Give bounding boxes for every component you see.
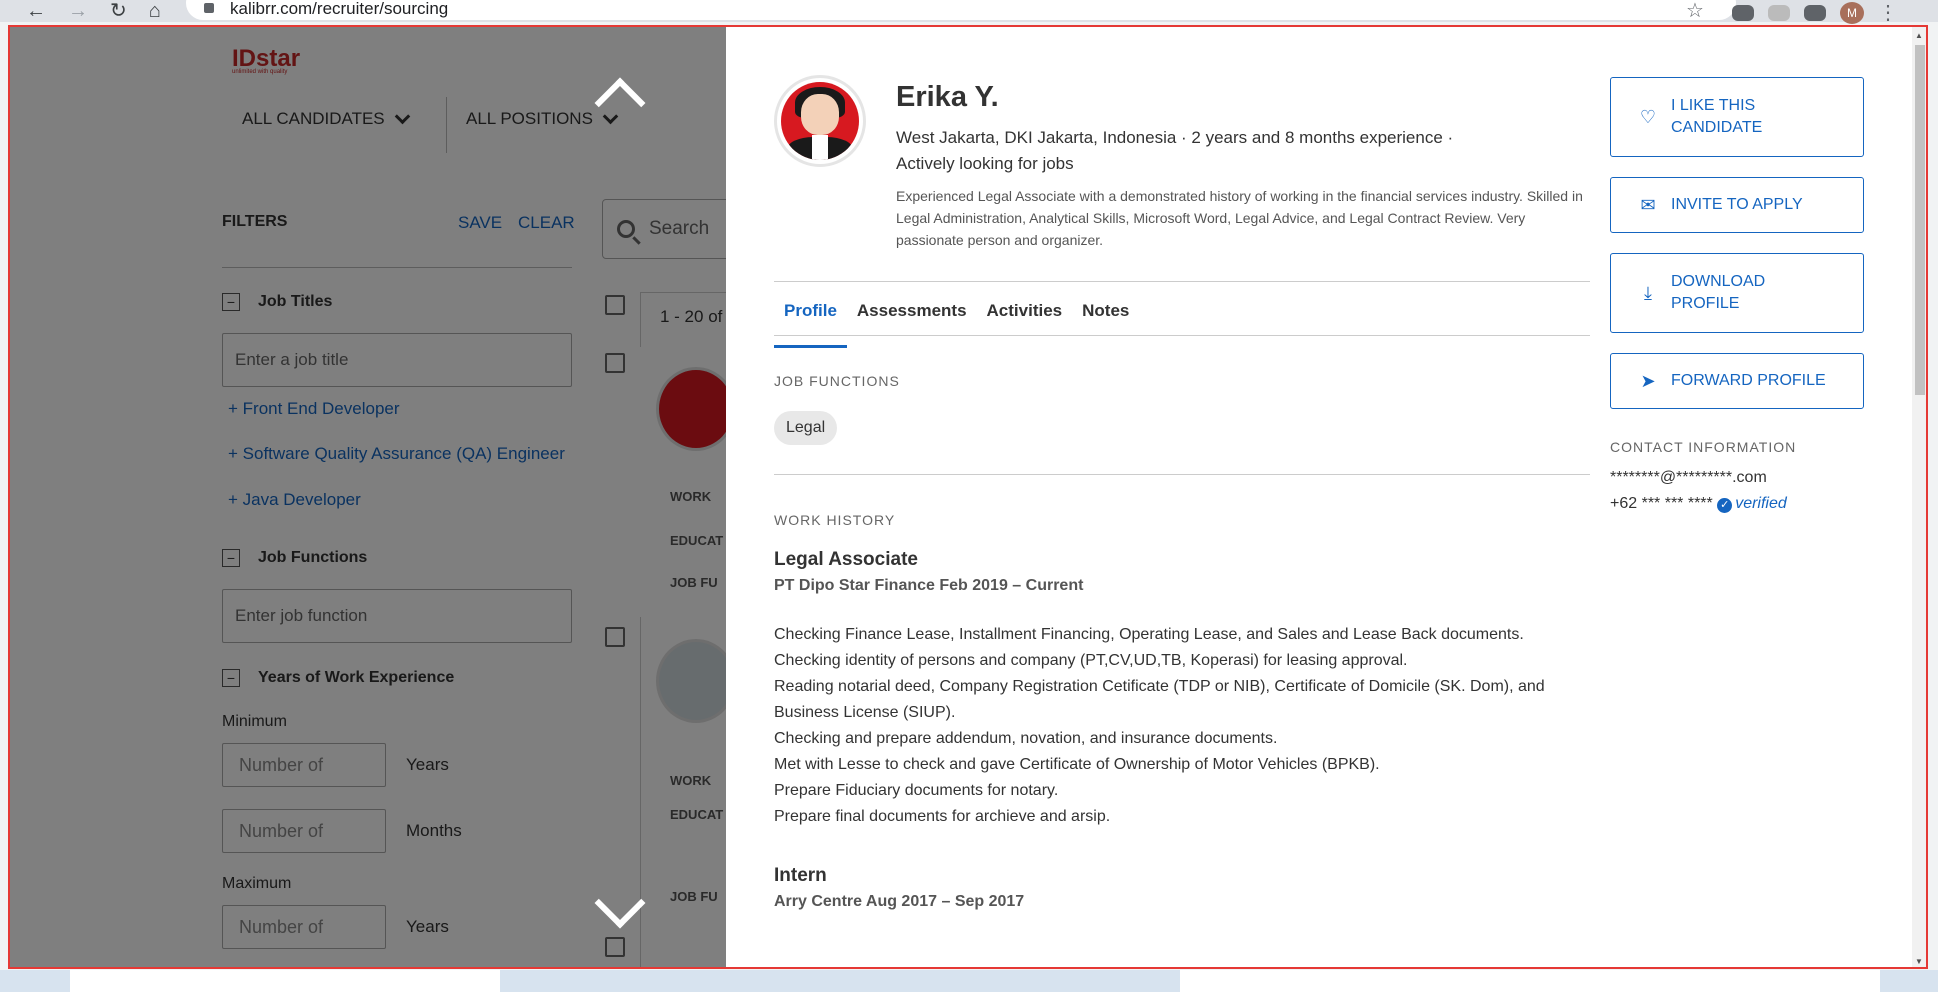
verified-text: verified [1735,495,1787,512]
modal-backdrop[interactable] [10,27,726,967]
work-history-heading: WORK HISTORY [774,512,896,528]
job-description: Checking Finance Lease, Installment Fina… [774,622,1604,830]
description-line: Checking and prepare addendum, novation,… [774,730,1278,747]
job-title: Legal Associate [774,549,918,570]
tab-activities[interactable]: Activities [977,295,1073,348]
app-frame: IDstar unlimited with quality ALL CANDID… [8,25,1928,969]
description-line: Prepare final documents for archieve and… [774,808,1111,825]
description-line: Prepare Fiduciary documents for notary. [774,782,1059,799]
button-label: INVITE TO APPLY [1671,196,1803,213]
tab-profile[interactable]: Profile [774,295,847,348]
candidate-location: West Jakarta, DKI Jakarta, Indonesia · 2… [896,128,1454,173]
job-company-dates: Arry Centre Aug 2017 – Sep 2017 [774,893,1025,910]
taskbar-item[interactable] [1180,970,1880,992]
browser-nav: ← → ↻ ⌂ [26,1,161,21]
tab-assessments[interactable]: Assessments [847,295,977,348]
contact-phone: +62 *** *** **** [1610,495,1713,512]
verified-badge: ✓ verified [1717,495,1787,513]
button-label: FORWARD PROFILE [1671,372,1826,389]
profile-tabs: Profile Assessments Activities Notes [774,295,1139,348]
download-profile-button[interactable]: ⤓ DOWNLOAD PROFILE [1610,253,1864,333]
puzzle-icon[interactable] [1804,4,1826,21]
forward-icon[interactable]: → [68,1,88,21]
button-label: DOWNLOAD PROFILE [1671,273,1766,312]
mail-icon: ✉ [1640,195,1656,215]
scroll-up-icon[interactable]: ▲ [1915,31,1923,40]
like-candidate-button[interactable]: ♡ I LIKE THIS CANDIDATE [1610,77,1864,157]
divider [774,335,1590,336]
browser-toolbar: ← → ↻ ⌂ kalibrr.com/recruiter/sourcing ☆… [0,0,1938,25]
invite-to-apply-button[interactable]: ✉ INVITE TO APPLY [1610,177,1864,233]
description-line: Met with Lesse to check and gave Certifi… [774,756,1380,773]
job-functions-heading: JOB FUNCTIONS [774,373,900,389]
scroll-down-icon[interactable]: ▼ [1915,957,1923,966]
taskbar-item[interactable] [70,970,500,992]
divider [774,281,1590,282]
contact-phone-row: +62 *** *** **** ✓ verified [1610,495,1787,513]
reload-icon[interactable]: ↻ [110,1,127,21]
extension-icon[interactable] [1732,4,1754,21]
job-company-dates: PT Dipo Star Finance Feb 2019 – Current [774,577,1084,594]
tab-notes[interactable]: Notes [1072,295,1139,348]
candidate-name: Erika Y. [896,81,999,113]
description-line: Checking Finance Lease, Installment Fina… [774,626,1524,643]
contact-email: ********@*********.com [1610,469,1767,486]
job-title: Intern [774,865,827,886]
candidate-photo [774,75,866,167]
profile-avatar[interactable]: M [1840,1,1864,24]
bookmark-star-icon[interactable]: ☆ [1686,0,1704,23]
url-text: kalibrr.com/recruiter/sourcing [230,0,449,18]
candidate-summary: Experienced Legal Associate with a demon… [896,188,1583,248]
button-label: I LIKE THIS CANDIDATE [1671,97,1763,136]
description-line: Checking identity of persons and company… [774,652,1408,669]
send-icon: ➤ [1640,371,1656,391]
description-line: Reading notarial deed, Company Registrat… [774,678,1545,721]
divider [774,474,1590,475]
extensions-area: M ⋮ [1732,0,1898,25]
home-icon[interactable]: ⌂ [149,1,161,21]
menu-dots-icon[interactable]: ⋮ [1878,0,1898,25]
back-icon[interactable]: ← [26,1,46,21]
forward-profile-button[interactable]: ➤ FORWARD PROFILE [1610,353,1864,409]
scrollbar-thumb[interactable] [1915,45,1925,395]
lock-icon [204,3,214,13]
download-icon: ⤓ [1644,283,1652,303]
check-icon: ✓ [1717,498,1733,513]
extension-icon[interactable] [1768,4,1790,21]
contact-heading: CONTACT INFORMATION [1610,439,1797,455]
heart-icon: ♡ [1639,107,1657,127]
candidate-profile-panel: Erika Y. West Jakarta, DKI Jakarta, Indo… [726,27,1912,967]
job-function-chip: Legal [774,411,838,445]
address-bar[interactable]: kalibrr.com/recruiter/sourcing [186,0,1736,20]
